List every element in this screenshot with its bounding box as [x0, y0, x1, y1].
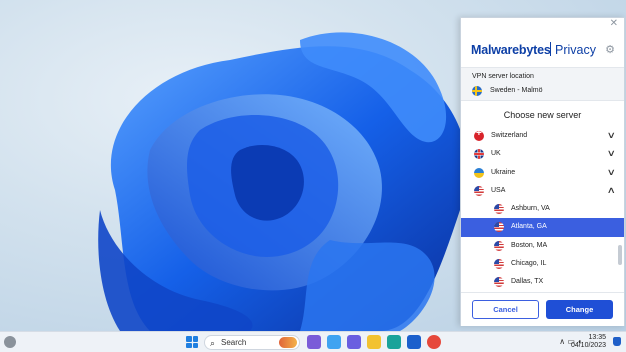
chevron-down-icon[interactable]: ∨	[607, 130, 616, 141]
chevron-down-icon[interactable]: ∨	[607, 148, 616, 159]
usa-flag-icon	[494, 259, 504, 270]
search-icon: ⌕	[210, 338, 216, 348]
scrollbar-thumb[interactable]	[618, 245, 622, 265]
uk-flag-icon	[474, 149, 484, 160]
chevron-down-icon[interactable]: ∨	[607, 167, 616, 178]
location-label: VPN server location	[472, 73, 534, 80]
app-icon-2[interactable]	[327, 335, 341, 349]
taskbar-search[interactable]: ⌕ Search	[204, 335, 300, 350]
app-icon-1[interactable]	[307, 335, 321, 349]
chevron-up-icon[interactable]: ∧	[607, 185, 616, 196]
panel-footer: Cancel Change	[461, 292, 624, 326]
app-icon-5[interactable]	[387, 335, 401, 349]
country-row-usa[interactable]: USA ∧	[461, 182, 624, 200]
city-row-dallas[interactable]: Dallas, TX	[461, 273, 624, 291]
usa-flag-icon	[494, 277, 504, 288]
change-button[interactable]: Change	[546, 300, 613, 319]
file-explorer-icon[interactable]	[367, 335, 381, 349]
country-row-switzerland[interactable]: Switzerland ∨	[461, 127, 624, 145]
choose-server-title: Choose new server	[503, 110, 582, 120]
country-row-ukraine[interactable]: Ukraine ∨	[461, 164, 624, 182]
clock-time: 13:35	[588, 334, 606, 341]
city-label: Chicago, IL	[511, 260, 547, 268]
server-list[interactable]: Switzerland ∨ UK ∨ Ukraine ∨ USA ∧ Ashbu…	[461, 127, 624, 295]
brand-product: Privacy	[555, 43, 596, 57]
current-location: VPN server location Sweden - Malmö	[461, 68, 624, 101]
ukraine-flag-icon	[474, 167, 484, 178]
app-icon-3[interactable]	[347, 335, 361, 349]
brand-divider	[550, 42, 551, 56]
usa-flag-icon	[494, 240, 504, 251]
city-label: Boston, MA	[511, 241, 548, 249]
city-label: Ashburn, VA	[511, 205, 550, 213]
gear-icon[interactable]: ⚙	[605, 43, 615, 56]
vpn-panel: ✕ Malwarebytes Privacy ⚙ VPN server loca…	[460, 17, 625, 326]
brand-header: Malwarebytes Privacy ⚙	[461, 30, 624, 68]
clock-date: 04/10/2023	[570, 342, 606, 349]
switzerland-flag-icon	[474, 131, 484, 141]
search-label: Search	[221, 338, 247, 347]
country-label: UK	[491, 150, 501, 158]
usa-flag-icon	[494, 204, 504, 215]
country-row-uk[interactable]: UK ∨	[461, 145, 624, 163]
close-icon[interactable]: ✕	[610, 19, 618, 29]
city-row-chicago[interactable]: Chicago, IL	[461, 255, 624, 273]
sweden-flag-icon	[472, 86, 482, 96]
clock[interactable]: 13:35 04/10/2023	[571, 334, 606, 350]
start-button[interactable]	[186, 336, 198, 348]
city-row-atlanta[interactable]: Atlanta, GA	[461, 218, 624, 237]
country-label: USA	[491, 186, 506, 194]
panel-titlebar: ✕	[461, 18, 624, 30]
browser-icon[interactable]	[427, 335, 441, 349]
notification-icon[interactable]	[613, 337, 621, 346]
country-label: Ukraine	[491, 168, 516, 176]
city-label: Atlanta, GA	[511, 223, 547, 231]
widgets-icon[interactable]	[4, 336, 16, 348]
usa-flag-icon	[474, 185, 484, 196]
country-label: Switzerland	[491, 132, 528, 139]
location-value: Sweden - Malmö	[490, 87, 543, 94]
search-highlight-icon	[279, 337, 297, 348]
city-label: Dallas, TX	[511, 278, 544, 286]
brand-logo: Malwarebytes	[471, 43, 551, 57]
city-row-boston[interactable]: Boston, MA	[461, 237, 624, 255]
app-icon-6[interactable]	[407, 335, 421, 349]
taskbar: ⌕ Search ∧ ▭ ◖ 13:35 04/10/2023	[0, 331, 626, 352]
usa-flag-icon	[494, 222, 504, 233]
city-row-ashburn[interactable]: Ashburn, VA	[461, 200, 624, 218]
cancel-button[interactable]: Cancel	[472, 300, 539, 319]
